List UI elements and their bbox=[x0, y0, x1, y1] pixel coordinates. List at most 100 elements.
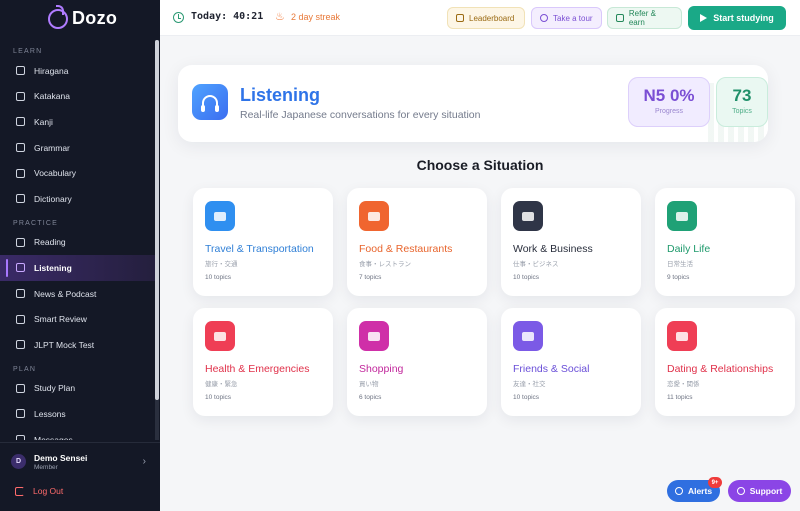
section-title: Choose a Situation bbox=[416, 157, 544, 173]
section-label-practice: PRACTICE bbox=[13, 219, 58, 227]
situation-topic-count: 10 topics bbox=[205, 274, 232, 281]
situation-title: Work & Business bbox=[513, 243, 593, 255]
topics-label: Topics bbox=[732, 108, 752, 115]
kanji-icon bbox=[16, 117, 25, 127]
sidebar-item-reading[interactable]: Reading bbox=[0, 230, 156, 256]
chevron-right-icon: › bbox=[142, 456, 146, 467]
situation-card-health-emergencies[interactable]: Health & Emergencies 健康・緊急 10 topics bbox=[193, 308, 333, 416]
scrollbar-thumb[interactable] bbox=[155, 40, 159, 400]
sidebar-item-label: Katakana bbox=[34, 91, 70, 102]
logo-icon bbox=[48, 4, 68, 29]
situation-card-daily-life[interactable]: Daily Life 日常生活 9 topics bbox=[655, 188, 795, 296]
play-icon bbox=[700, 14, 708, 22]
situation-japanese: 旅行・交通 bbox=[205, 261, 238, 268]
section-label-plan: PLAN bbox=[13, 365, 37, 373]
situation-title: Health & Emergencies bbox=[205, 363, 310, 375]
sidebar-item-kanji[interactable]: Kanji bbox=[0, 109, 156, 135]
situation-card-friends-social[interactable]: Friends & Social 友達・社交 10 topics bbox=[501, 308, 641, 416]
progress-stat: N5 0% Progress bbox=[628, 77, 710, 127]
main-content: Listening Real-life Japanese conversatio… bbox=[160, 37, 800, 511]
progress-label: Progress bbox=[654, 108, 683, 115]
alerts-label: Alerts bbox=[687, 486, 713, 496]
situation-card-travel-transportation[interactable]: Travel & Transportation 旅行・交通 10 topics bbox=[193, 188, 333, 296]
sidebar-item-label: Listening bbox=[34, 262, 72, 273]
sidebar-item-grammar[interactable]: Grammar bbox=[0, 135, 156, 161]
headphones-icon bbox=[192, 84, 228, 120]
sidebar-item-label: Grammar bbox=[34, 142, 70, 153]
situation-japanese: 恋愛・関係 bbox=[667, 381, 700, 388]
airplane-icon bbox=[205, 201, 235, 231]
leaderboard-label: Leaderboard bbox=[469, 13, 515, 23]
clock-icon bbox=[173, 12, 184, 23]
topics-stat: 73 Topics bbox=[716, 77, 768, 127]
sidebar-item-messages[interactable]: Messages bbox=[0, 427, 156, 440]
take-tour-button[interactable]: Take a tour bbox=[531, 7, 602, 29]
sidebar-item-dictionary[interactable]: Dictionary bbox=[0, 186, 156, 212]
page-subtitle: Real-life Japanese conversations for eve… bbox=[240, 109, 481, 121]
support-icon bbox=[736, 487, 745, 495]
logout-button[interactable]: Log Out bbox=[15, 486, 63, 496]
sidebar-item-label: Hiragana bbox=[34, 65, 69, 76]
leaderboard-button[interactable]: Leaderboard bbox=[447, 7, 525, 29]
app-logo[interactable]: Dozo bbox=[48, 4, 118, 29]
situation-japanese: 仕事・ビジネス bbox=[513, 261, 559, 268]
sidebar-item-study-plan[interactable]: Study Plan bbox=[0, 376, 156, 402]
situation-title: Food & Restaurants bbox=[359, 243, 453, 255]
sidebar-item-label: News & Podcast bbox=[34, 288, 97, 299]
situation-card-food-restaurants[interactable]: Food & Restaurants 食事・レストラン 7 topics bbox=[347, 188, 487, 296]
tour-label: Take a tour bbox=[553, 13, 593, 23]
sidebar-item-news-podcast[interactable]: News & Podcast bbox=[0, 281, 156, 307]
alerts-badge: 9+ bbox=[708, 477, 722, 488]
refer-earn-button[interactable]: Refer & earn bbox=[607, 7, 682, 29]
food-icon bbox=[359, 201, 389, 231]
support-button[interactable]: Support bbox=[728, 480, 791, 502]
sidebar-item-listening[interactable]: Listening bbox=[0, 255, 156, 281]
study-timer: Today: 40:21 bbox=[191, 11, 264, 22]
grammar-icon bbox=[16, 143, 25, 153]
sidebar-item-katakana[interactable]: Katakana bbox=[0, 84, 156, 110]
situation-card-dating-relationships[interactable]: Dating & Relationships 恋愛・関係 11 topics bbox=[655, 308, 795, 416]
headphones-icon bbox=[16, 263, 25, 273]
app-name: Dozo bbox=[72, 8, 118, 28]
sidebar-item-label: Messages bbox=[34, 434, 73, 440]
trophy-icon bbox=[456, 14, 464, 22]
shopping-bag-icon bbox=[359, 321, 389, 351]
listening-header-card: Listening Real-life Japanese conversatio… bbox=[178, 65, 768, 142]
sidebar-item-lessons[interactable]: Lessons bbox=[0, 401, 156, 427]
situation-title: Daily Life bbox=[667, 243, 711, 255]
refer-label: Refer & earn bbox=[628, 9, 656, 27]
test-icon bbox=[16, 340, 25, 350]
dictionary-icon bbox=[16, 194, 25, 204]
situation-topic-count: 9 topics bbox=[667, 274, 690, 281]
messages-icon bbox=[16, 435, 25, 440]
situation-card-work-business[interactable]: Work & Business 仕事・ビジネス 10 topics bbox=[501, 188, 641, 296]
sidebar-item-smart-review[interactable]: Smart Review bbox=[0, 306, 156, 332]
situation-title: Dating & Relationships bbox=[667, 363, 774, 375]
flame-icon: ♨ bbox=[275, 11, 285, 23]
progress-value: N5 0% bbox=[643, 86, 695, 105]
situation-topic-count: 11 topics bbox=[667, 394, 693, 401]
katakana-icon bbox=[16, 91, 25, 101]
sidebar-item-hiragana[interactable]: Hiragana bbox=[0, 58, 156, 84]
situation-topic-count: 10 topics bbox=[205, 394, 232, 401]
compass-icon bbox=[540, 14, 548, 22]
situation-topic-count: 7 topics bbox=[359, 274, 382, 281]
sidebar-item-vocabulary[interactable]: Vocabulary bbox=[0, 160, 156, 186]
friends-icon bbox=[513, 321, 543, 351]
user-profile[interactable]: D Demo Sensei Member › bbox=[0, 442, 160, 480]
sidebar: Dozo LEARN Hiragana Katakana Kanji Grammar Vo… bbox=[0, 0, 160, 511]
avatar: D bbox=[11, 454, 26, 469]
hiragana-icon bbox=[16, 66, 25, 76]
sidebar-scrollbar[interactable] bbox=[155, 40, 159, 440]
review-icon bbox=[16, 314, 25, 324]
situation-topic-count: 10 topics bbox=[513, 274, 540, 281]
situation-japanese: 友達・社交 bbox=[513, 381, 546, 388]
situation-card-shopping[interactable]: Shopping 買い物 6 topics bbox=[347, 308, 487, 416]
start-studying-button[interactable]: Start studying bbox=[688, 6, 786, 30]
situation-japanese: 日常生活 bbox=[667, 261, 693, 268]
topics-value: 73 bbox=[732, 86, 752, 105]
situation-japanese: 食事・レストラン bbox=[359, 261, 411, 268]
sidebar-item-jlpt-mock-test[interactable]: JLPT Mock Test bbox=[0, 332, 156, 358]
situation-topic-count: 6 topics bbox=[359, 394, 382, 401]
vocabulary-icon bbox=[16, 168, 25, 178]
